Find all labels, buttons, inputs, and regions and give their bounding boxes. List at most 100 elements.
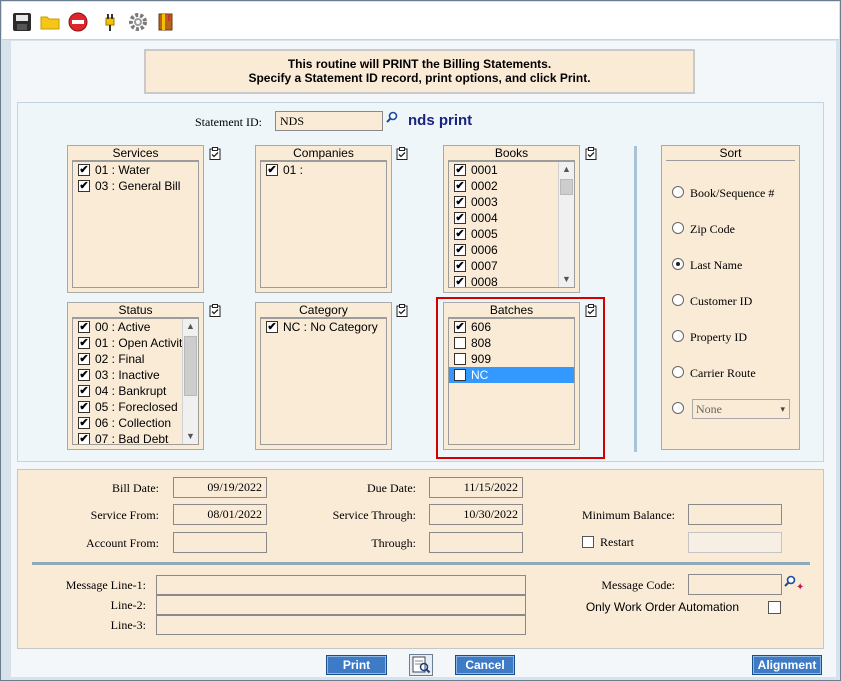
sort-radio[interactable]: [672, 366, 684, 378]
sort-radio[interactable]: [672, 402, 684, 414]
services-item-checkbox[interactable]: ✔: [78, 180, 90, 192]
category-item-checkbox[interactable]: ✔: [266, 321, 278, 333]
work-order-checkbox[interactable]: [768, 601, 781, 614]
sort-radio[interactable]: [672, 294, 684, 306]
account-from-input[interactable]: [173, 532, 267, 553]
books-item[interactable]: ✔ 0004: [449, 210, 574, 226]
books-item[interactable]: ✔ 0001: [449, 162, 574, 178]
status-item[interactable]: ✔ 06 : Collection: [73, 415, 198, 431]
sort-dropdown[interactable]: None ▾: [692, 399, 790, 419]
books-item-checkbox[interactable]: ✔: [454, 276, 466, 287]
scroll-up-arrow-icon[interactable]: ▲: [183, 319, 198, 334]
lookup-icon[interactable]: [386, 111, 398, 123]
books-item-checkbox[interactable]: ✔: [454, 164, 466, 176]
book-icon[interactable]: [156, 12, 176, 32]
gear-icon[interactable]: [128, 12, 148, 32]
books-item[interactable]: ✔ 0006: [449, 242, 574, 258]
companies-item-checkbox[interactable]: ✔: [266, 164, 278, 176]
sort-option[interactable]: Book/Sequence #: [672, 186, 774, 201]
scroll-thumb[interactable]: [184, 336, 197, 396]
books-item-checkbox[interactable]: ✔: [454, 212, 466, 224]
sort-option-label: Customer ID: [690, 294, 753, 308]
status-item-checkbox[interactable]: ✔: [78, 433, 90, 444]
select-all-services-icon[interactable]: [209, 147, 221, 160]
service-through-input[interactable]: 10/30/2022: [429, 504, 523, 525]
status-item[interactable]: ✔ 05 : Foreclosed: [73, 399, 198, 415]
books-item[interactable]: ✔ 0003: [449, 194, 574, 210]
sparkle-icon[interactable]: ✦: [796, 582, 804, 593]
books-item[interactable]: ✔ 0002: [449, 178, 574, 194]
statement-id-input[interactable]: NDS: [275, 111, 383, 131]
status-item[interactable]: ✔ 04 : Bankrupt: [73, 383, 198, 399]
books-item-label: 0002: [471, 179, 498, 193]
scroll-down-arrow-icon[interactable]: ▼: [183, 429, 198, 444]
services-item[interactable]: ✔ 03 : General Bill: [73, 178, 198, 194]
books-item-checkbox[interactable]: ✔: [454, 244, 466, 256]
message-line-1-input[interactable]: [156, 575, 526, 595]
scroll-thumb[interactable]: [560, 179, 573, 195]
select-all-status-icon[interactable]: [209, 304, 221, 317]
books-item-checkbox[interactable]: ✔: [454, 228, 466, 240]
books-item-checkbox[interactable]: ✔: [454, 180, 466, 192]
through-input[interactable]: [429, 532, 523, 553]
select-all-category-icon[interactable]: [396, 304, 408, 317]
minimum-balance-input[interactable]: [688, 504, 782, 525]
sort-radio[interactable]: [672, 186, 684, 198]
message-code-label: Message Code:: [601, 578, 675, 592]
books-item-checkbox[interactable]: ✔: [454, 260, 466, 272]
status-item[interactable]: ✔ 01 : Open Activit: [73, 335, 198, 351]
books-item[interactable]: ✔ 0008: [449, 274, 574, 287]
sort-radio[interactable]: [672, 330, 684, 342]
lookup-icon[interactable]: [784, 575, 796, 587]
stop-icon[interactable]: [68, 12, 88, 32]
status-item-checkbox[interactable]: ✔: [78, 401, 90, 413]
restart-checkbox[interactable]: [582, 536, 594, 548]
books-item-label: 0004: [471, 211, 498, 225]
status-scrollbar[interactable]: ▲ ▼: [182, 319, 198, 444]
books-item[interactable]: ✔ 0007: [449, 258, 574, 274]
print-preview-icon[interactable]: [409, 654, 433, 676]
status-item[interactable]: ✔ 02 : Final: [73, 351, 198, 367]
due-date-input[interactable]: 11/15/2022: [429, 477, 523, 498]
bill-date-input[interactable]: 09/19/2022: [173, 477, 267, 498]
save-icon[interactable]: [12, 12, 32, 32]
books-scrollbar[interactable]: ▲ ▼: [558, 162, 574, 287]
restart-input[interactable]: [688, 532, 782, 553]
books-item-checkbox[interactable]: ✔: [454, 196, 466, 208]
status-item[interactable]: ✔ 00 : Active: [73, 319, 198, 335]
status-item-checkbox[interactable]: ✔: [78, 369, 90, 381]
toolbar: [2, 2, 839, 40]
sort-option[interactable]: Zip Code: [672, 222, 735, 237]
sort-radio[interactable]: [672, 222, 684, 234]
select-all-companies-icon[interactable]: [396, 147, 408, 160]
sort-option[interactable]: Carrier Route: [672, 366, 756, 381]
service-from-input[interactable]: 08/01/2022: [173, 504, 267, 525]
plug-icon[interactable]: [100, 12, 120, 32]
message-code-input[interactable]: [688, 574, 782, 595]
message-line-3-input[interactable]: [156, 615, 526, 635]
cancel-button[interactable]: Cancel: [455, 655, 515, 675]
sort-option[interactable]: Property ID: [672, 330, 747, 345]
status-item-checkbox[interactable]: ✔: [78, 417, 90, 429]
status-item-checkbox[interactable]: ✔: [78, 337, 90, 349]
alignment-button[interactable]: Alignment: [752, 655, 822, 675]
status-item[interactable]: ✔ 03 : Inactive: [73, 367, 198, 383]
print-button[interactable]: Print: [326, 655, 387, 675]
services-item-checkbox[interactable]: ✔: [78, 164, 90, 176]
sort-radio-selected[interactable]: [672, 258, 684, 270]
companies-item[interactable]: ✔ 01 :: [261, 162, 386, 178]
select-all-books-icon[interactable]: [585, 147, 597, 160]
status-item[interactable]: ✔ 07 : Bad Debt: [73, 431, 198, 444]
scroll-down-arrow-icon[interactable]: ▼: [559, 272, 574, 287]
open-folder-icon[interactable]: [40, 12, 60, 32]
status-item-checkbox[interactable]: ✔: [78, 321, 90, 333]
message-line-2-input[interactable]: [156, 595, 526, 615]
category-item[interactable]: ✔ NC : No Category: [261, 319, 386, 335]
services-item[interactable]: ✔ 01 : Water: [73, 162, 198, 178]
status-item-checkbox[interactable]: ✔: [78, 353, 90, 365]
books-item[interactable]: ✔ 0005: [449, 226, 574, 242]
sort-option[interactable]: Last Name: [672, 258, 742, 273]
scroll-up-arrow-icon[interactable]: ▲: [559, 162, 574, 177]
status-item-checkbox[interactable]: ✔: [78, 385, 90, 397]
sort-option[interactable]: Customer ID: [672, 294, 752, 309]
